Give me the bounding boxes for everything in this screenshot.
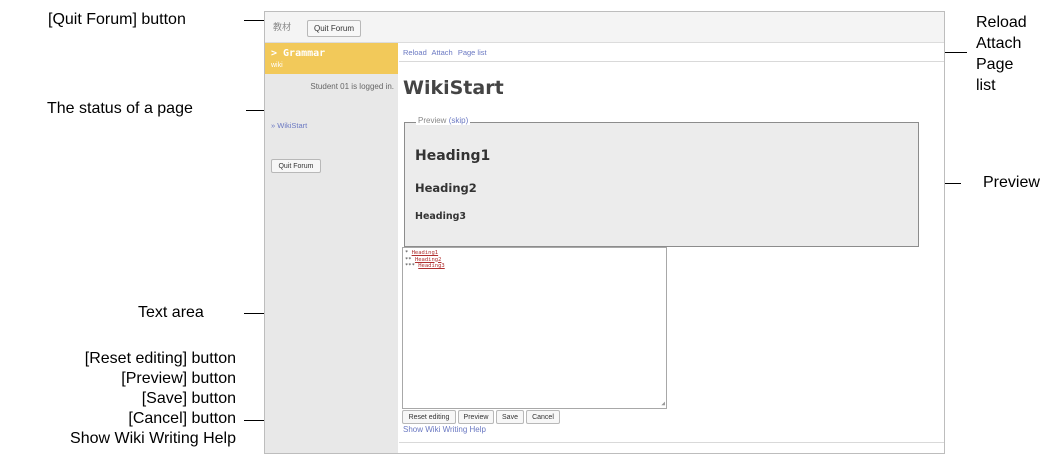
text-line-content: Heading2 <box>414 256 442 263</box>
forum-subtitle: wiki <box>271 62 283 69</box>
page-list-link[interactable]: Page list <box>458 48 487 57</box>
wiki-text-area[interactable]: * Heading1 ** Heading2 *** Heading3 ◢ <box>402 247 667 409</box>
logged-in-status: Student 01 is logged in. <box>310 82 394 91</box>
resize-grip-icon[interactable]: ◢ <box>661 400 665 408</box>
page-actions: Reload Attach Page list <box>403 48 490 57</box>
annotation-reload-line: Reload <box>976 14 1027 31</box>
annotation-quit-forum: [Quit Forum] button <box>48 11 186 28</box>
annotation-reset-editing: [Reset editing] button <box>84 350 236 367</box>
sidebar-quit-forum-button[interactable]: Quit Forum <box>271 159 321 173</box>
annotation-cancel-button: [Cancel] button <box>128 410 236 427</box>
divider <box>399 442 944 443</box>
reset-editing-button[interactable]: Reset editing <box>402 410 456 424</box>
annotation-attach-line: Attach <box>976 35 1022 52</box>
text-line-content: Heading1 <box>411 250 439 256</box>
annotation-preview: Preview <box>983 174 1040 191</box>
wiki-help-link[interactable]: Show Wiki Writing Help <box>403 425 486 434</box>
sidebar-page-link[interactable]: » WikiStart <box>271 121 307 130</box>
divider <box>399 61 944 62</box>
forum-title: > Grammar <box>271 48 326 59</box>
annotation-preview-button: [Preview] button <box>121 370 236 387</box>
main-content: Reload Attach Page list WikiStart Previe… <box>399 43 944 453</box>
top-label: 教材 <box>273 23 292 33</box>
preview-heading-1: Heading1 <box>415 148 491 164</box>
annotation-pagelist-line: Page list <box>976 56 1014 94</box>
annotation-page-status: The status of a page <box>47 100 193 117</box>
reload-link[interactable]: Reload <box>403 48 427 57</box>
preview-button[interactable]: Preview <box>458 410 494 424</box>
save-button[interactable]: Save <box>496 410 524 424</box>
preview-legend: Preview (skip) <box>416 116 471 125</box>
annotation-text-area: Text area <box>138 304 204 321</box>
annotation-help: Show Wiki Writing Help <box>70 430 236 447</box>
sidebar: > Grammar wiki Student 01 is logged in. … <box>265 43 398 453</box>
text-line-prefix: *** <box>405 263 419 269</box>
text-line-prefix: ** <box>405 256 415 263</box>
page-title: WikiStart <box>403 77 504 99</box>
top-bar: 教材 Quit Forum <box>265 12 944 43</box>
annotation-buttons: [Reset editing] button [Preview] button … <box>0 349 236 449</box>
forum-header[interactable]: > Grammar wiki <box>265 43 398 74</box>
quit-forum-button[interactable]: Quit Forum <box>307 20 361 37</box>
text-line-prefix: * <box>405 250 412 256</box>
attach-link[interactable]: Attach <box>431 48 452 57</box>
preview-legend-label: Preview <box>418 116 447 125</box>
wiki-screenshot: 教材 Quit Forum > Grammar wiki Student 01 … <box>264 11 945 454</box>
annotation-save-button: [Save] button <box>141 390 236 407</box>
cancel-button[interactable]: Cancel <box>526 410 560 424</box>
text-line-content: Heading3 <box>418 263 445 269</box>
preview-heading-3: Heading3 <box>415 211 467 222</box>
preview-heading-2: Heading2 <box>415 181 477 195</box>
preview-box: Preview (skip) Heading1 Heading2 Heading… <box>404 116 919 247</box>
preview-skip-link[interactable]: (skip) <box>449 116 469 125</box>
annotation-reload: Reload Attach Page list <box>976 12 1036 96</box>
text-line: *** Heading3 <box>405 263 664 270</box>
